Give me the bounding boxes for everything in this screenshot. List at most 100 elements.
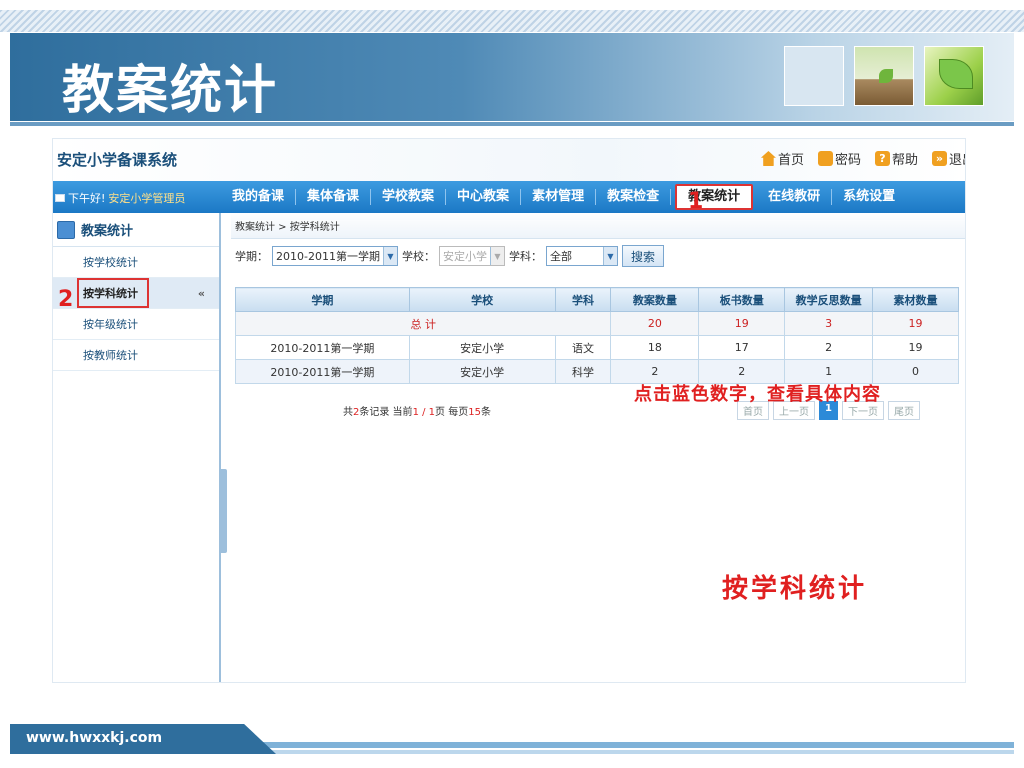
sidebar-title-label: 教案统计 (81, 224, 134, 239)
annotation-step-1: 1 (688, 189, 704, 214)
help-link[interactable]: ? 帮助 (874, 149, 918, 168)
col-term: 学期 (235, 287, 410, 312)
key-icon (817, 151, 833, 166)
cell-term: 2010-2011第一学期 (235, 359, 410, 384)
total-plan-count[interactable]: 20 (610, 311, 700, 336)
stats-table: 学期 学校 学科 教案数量 板书数量 教学反思数量 素材数量 总 计 20 19… (234, 287, 959, 384)
cell-subject: 科学 (554, 359, 612, 384)
cell-school: 安定小学 (408, 335, 556, 360)
pager-prefix: 共 (343, 407, 353, 418)
table-total-row: 总 计 20 19 3 19 (234, 311, 959, 336)
help-icon: ? (874, 151, 890, 166)
app-header: 安定小学备课系统 首页 密码 ?帮助 »退出 (53, 139, 965, 181)
term-label: 学期： (235, 250, 268, 263)
slide: { "slide": {"title": "教案统计", "url": "www… (0, 0, 1024, 768)
exit-icon: » (931, 151, 947, 166)
highlight-box (77, 278, 149, 308)
annotation-caption: 按学科统计 (722, 574, 868, 604)
filter-bar: 学期： 2010-2011第一学期 ▼ 学校： 安定小学 ▼ 学科： 全部 ▼ 搜索 (231, 239, 965, 273)
top-links: 首页 密码 ?帮助 »退出 (760, 149, 965, 168)
cell-term: 2010-2011第一学期 (235, 335, 410, 360)
nav-my-lessons[interactable]: 我的备课 (221, 189, 297, 205)
cell-board-count[interactable]: 17 (698, 335, 786, 360)
pager-info: 共2条记录 当前1 / 1页 每页15条 (343, 403, 491, 418)
col-board-count: 板书数量 (698, 287, 786, 312)
greeting-text: 下午好! (68, 192, 106, 205)
sidebar: 教案统计 按学校统计 按学科统计 « 按年级统计 按教师统计 (53, 213, 221, 682)
decor-photo-blank (784, 46, 844, 106)
user-greeting: 下午好! 安定小学管理员 (55, 190, 185, 206)
main-content: 教案统计 > 按学科统计 学期： 2010-2011第一学期 ▼ 学校： 安定小学… (231, 213, 965, 682)
top-hatch-decoration (0, 10, 1024, 32)
cell-reflection-count[interactable]: 2 (784, 335, 874, 360)
pager-record-suffix: 条记录 当前 (359, 407, 413, 418)
home-icon (760, 151, 776, 166)
sidebar-item-label: 按学校统计 (83, 256, 138, 269)
subject-select[interactable]: 全部 ▼ (545, 246, 618, 266)
pager-last[interactable]: 尾页 (887, 401, 920, 420)
nav-items: 我的备课 集体备课 学校教案 中心教案 素材管理 教案检查 教案统计 在线教研 … (221, 181, 906, 213)
nav-school-plans[interactable]: 学校教案 (371, 189, 447, 205)
pager-page-suffix: 页 每页 (435, 407, 469, 418)
col-reflection-count: 教学反思数量 (784, 287, 874, 312)
sprout-icon (879, 69, 893, 83)
sidebar-item-by-teacher[interactable]: 按教师统计 (53, 340, 219, 371)
help-link-label: 帮助 (891, 153, 918, 168)
search-button[interactable]: 搜索 (621, 245, 664, 267)
breadcrumb: 教案统计 > 按学科统计 (231, 213, 965, 239)
subject-select-value: 全部 (549, 250, 572, 263)
home-link[interactable]: 首页 (760, 149, 804, 168)
nav-group-lessons[interactable]: 集体备课 (296, 189, 372, 205)
leaf-icon (939, 59, 973, 89)
collapse-chevron-icon[interactable]: « (198, 287, 205, 300)
sidebar-item-by-grade[interactable]: 按年级统计 (53, 309, 219, 340)
sidebar-title: 教案统计 (53, 213, 219, 247)
school-label: 学校： (401, 250, 435, 263)
nav-plan-stats[interactable]: 教案统计 (675, 184, 754, 210)
sidebar-item-by-subject[interactable]: 按学科统计 « (53, 278, 219, 309)
user-name: 安定小学管理员 (108, 192, 186, 205)
password-link[interactable]: 密码 (817, 149, 861, 168)
total-board-count[interactable]: 19 (698, 311, 786, 336)
cell-school: 安定小学 (408, 359, 556, 384)
home-link-label: 首页 (777, 153, 804, 168)
total-label: 总 计 (234, 311, 612, 336)
password-link-label: 密码 (834, 153, 861, 168)
logout-link[interactable]: »退出 (931, 149, 965, 168)
term-select-value: 2010-2011第一学期 (276, 250, 380, 263)
calendar-icon (57, 220, 75, 239)
subject-label: 学科： (508, 250, 542, 263)
sidebar-item-label: 按教师统计 (83, 349, 138, 362)
sidebar-collapse-handle[interactable] (219, 469, 227, 553)
total-material-count[interactable]: 19 (872, 311, 959, 336)
cell-material-count[interactable]: 19 (872, 335, 959, 360)
nav-online-research[interactable]: 在线教研 (757, 189, 833, 205)
decor-photo-sprout (854, 46, 914, 106)
nav-center-plans[interactable]: 中心教案 (446, 189, 522, 205)
cell-plan-count[interactable]: 18 (610, 335, 700, 360)
footer-url: www.hwxxkj.com (26, 730, 163, 746)
pager-per-page: 15 (468, 407, 481, 418)
cell-material-count[interactable]: 0 (872, 359, 959, 384)
pager-current-page: 1 / 1 (412, 407, 436, 418)
table-row: 2010-2011第一学期 安定小学 语文 18 17 2 19 (235, 335, 959, 360)
sidebar-item-label: 按年级统计 (83, 318, 138, 331)
nav-materials[interactable]: 素材管理 (521, 189, 597, 205)
school-select[interactable]: 安定小学 ▼ (438, 246, 505, 266)
nav-plan-check[interactable]: 教案检查 (596, 189, 672, 205)
sidebar-item-by-school[interactable]: 按学校统计 (53, 247, 219, 278)
pager-per-suffix: 条 (480, 407, 491, 418)
col-subject: 学科 (554, 287, 612, 312)
col-school: 学校 (408, 287, 556, 312)
nav-settings[interactable]: 系统设置 (832, 189, 906, 205)
slide-title: 教案统计 (62, 61, 279, 121)
main-nav: 下午好! 安定小学管理员 我的备课 集体备课 学校教案 中心教案 素材管理 教案… (53, 181, 965, 213)
total-reflection-count[interactable]: 3 (784, 311, 874, 336)
logout-link-label: 退出 (948, 153, 965, 168)
chevron-down-icon: ▼ (382, 247, 397, 265)
decor-photo-leaf (924, 46, 984, 106)
user-card-icon (55, 194, 65, 202)
school-select-value: 安定小学 (442, 250, 487, 263)
term-select[interactable]: 2010-2011第一学期 ▼ (272, 246, 398, 266)
table-header-row: 学期 学校 学科 教案数量 板书数量 教学反思数量 素材数量 (235, 287, 959, 312)
